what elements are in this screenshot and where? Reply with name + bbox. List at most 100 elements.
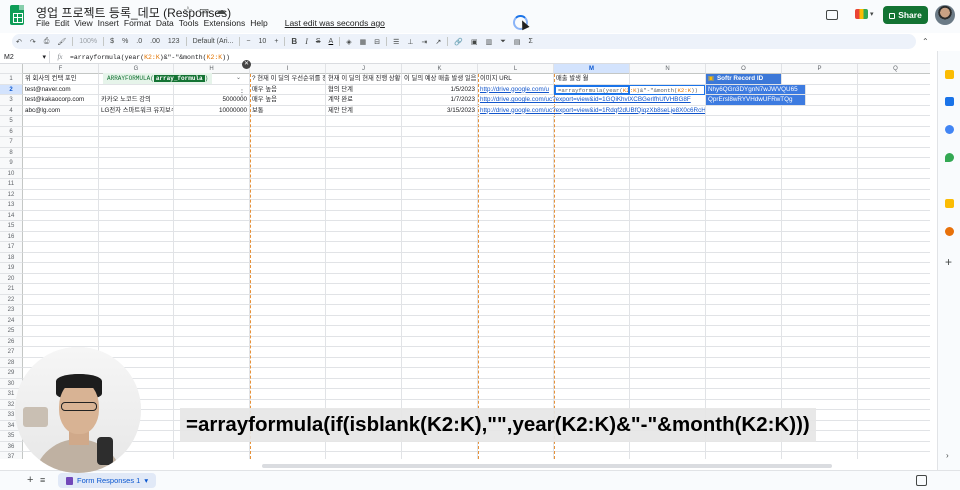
collapse-menu-icon[interactable]: ⌃ <box>922 37 929 46</box>
cell[interactable] <box>706 294 782 305</box>
cell[interactable] <box>554 189 630 200</box>
cell[interactable] <box>478 252 554 263</box>
cell[interactable] <box>99 315 174 326</box>
cell[interactable] <box>858 211 930 221</box>
cell[interactable] <box>250 116 326 127</box>
row-header-5[interactable]: 5 <box>0 116 23 127</box>
column-header-k[interactable]: K <box>402 64 478 74</box>
cell[interactable] <box>402 452 478 459</box>
cell[interactable] <box>326 315 402 326</box>
cell[interactable] <box>402 326 478 337</box>
share-button[interactable]: Share <box>883 6 928 24</box>
cell[interactable] <box>99 126 174 137</box>
cell[interactable] <box>478 305 554 316</box>
cell[interactable] <box>858 106 930 116</box>
cell[interactable] <box>174 137 250 148</box>
cell[interactable] <box>99 221 174 232</box>
number-format-button[interactable]: 123 <box>164 38 184 45</box>
cell[interactable] <box>630 263 706 274</box>
cell[interactable] <box>326 368 402 379</box>
cell[interactable] <box>478 347 554 358</box>
cell[interactable] <box>554 441 630 452</box>
maps-icon[interactable] <box>945 153 954 162</box>
font-size-input[interactable]: 10 <box>255 38 271 45</box>
move-folder-icon[interactable]: ▭ <box>199 4 209 17</box>
cell[interactable] <box>402 273 478 284</box>
cell[interactable] <box>554 263 630 274</box>
chevron-down-icon[interactable]: ⌄ <box>236 74 241 81</box>
cell[interactable] <box>630 347 706 358</box>
column-header-i[interactable]: I <box>250 64 326 74</box>
cell[interactable] <box>782 452 858 459</box>
cell[interactable] <box>402 305 478 316</box>
cell[interactable] <box>858 368 930 379</box>
cell[interactable] <box>782 347 858 358</box>
cell[interactable] <box>782 252 858 263</box>
cell[interactable] <box>858 137 930 148</box>
cell[interactable] <box>23 179 99 190</box>
cell[interactable] <box>402 179 478 190</box>
cell[interactable] <box>630 200 706 211</box>
cell[interactable] <box>402 263 478 274</box>
cell[interactable] <box>23 210 99 221</box>
cell[interactable] <box>782 242 858 253</box>
cell[interactable] <box>402 336 478 347</box>
cell[interactable] <box>250 284 326 295</box>
chevron-right-icon[interactable]: › <box>946 451 949 460</box>
cell[interactable] <box>782 200 858 211</box>
cell[interactable] <box>250 158 326 169</box>
cell[interactable] <box>402 242 478 253</box>
row-header-25[interactable]: 25 <box>0 326 23 337</box>
cell[interactable] <box>402 294 478 305</box>
cell-status[interactable]: 계약 완료 <box>326 95 402 106</box>
cell[interactable] <box>782 126 858 137</box>
row-header-3[interactable]: 3 <box>0 95 23 106</box>
cell[interactable] <box>402 378 478 389</box>
menu-file[interactable]: File <box>36 18 55 28</box>
cell[interactable] <box>630 179 706 190</box>
cell[interactable] <box>99 137 174 148</box>
cell[interactable] <box>554 116 630 127</box>
cell[interactable] <box>326 126 402 137</box>
cell[interactable] <box>99 294 174 305</box>
sheets-logo-icon[interactable] <box>10 5 24 25</box>
comment-history-icon[interactable] <box>826 10 838 20</box>
borders-icon[interactable]: ▦ <box>356 38 371 46</box>
cell[interactable] <box>478 231 554 242</box>
cell[interactable] <box>402 231 478 242</box>
cell[interactable] <box>99 179 174 190</box>
cell[interactable] <box>174 347 250 358</box>
formula-chip[interactable]: ARRAYFORMULA(array_formula) <box>103 73 213 84</box>
cell[interactable] <box>554 179 630 190</box>
cell[interactable] <box>326 273 402 284</box>
cell-priority[interactable]: 보통 <box>250 105 326 116</box>
cell[interactable] <box>99 200 174 211</box>
cell[interactable] <box>858 253 930 263</box>
cell[interactable] <box>706 200 782 211</box>
cell-amount[interactable]: 10000000 <box>174 105 250 116</box>
cell[interactable] <box>478 263 554 274</box>
cell[interactable] <box>174 305 250 316</box>
cell[interactable] <box>402 368 478 379</box>
row-header-13[interactable]: 13 <box>0 200 23 211</box>
cell[interactable] <box>250 294 326 305</box>
cell[interactable] <box>23 242 99 253</box>
row-header-4[interactable]: 4 <box>0 105 23 116</box>
cell[interactable] <box>99 116 174 127</box>
contacts-icon[interactable] <box>945 125 954 134</box>
cell[interactable] <box>174 116 250 127</box>
cell[interactable] <box>99 189 174 200</box>
cell[interactable] <box>782 378 858 389</box>
cell[interactable] <box>858 179 930 190</box>
cell[interactable] <box>782 305 858 316</box>
cell[interactable] <box>250 441 326 452</box>
row-header-16[interactable]: 16 <box>0 231 23 242</box>
cell[interactable] <box>478 368 554 379</box>
cell[interactable] <box>250 221 326 232</box>
cell[interactable] <box>326 263 402 274</box>
cell[interactable] <box>478 315 554 326</box>
cell[interactable] <box>23 263 99 274</box>
cell[interactable] <box>858 305 930 316</box>
cell[interactable] <box>99 326 174 337</box>
cell[interactable] <box>554 273 630 284</box>
